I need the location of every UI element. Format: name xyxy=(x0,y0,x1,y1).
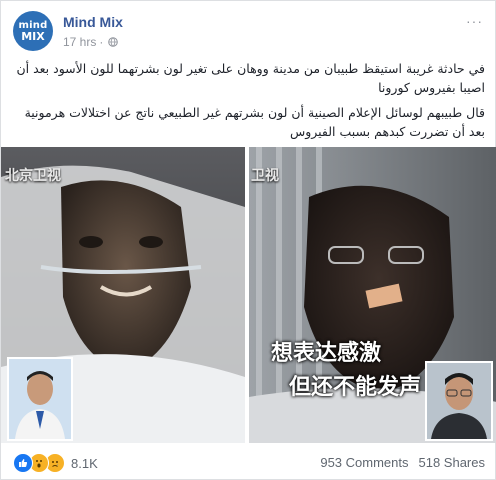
reaction-count[interactable]: 8.1K xyxy=(71,456,98,471)
post-card: mind MIX Mind Mix 17 hrs · ··· في حادثة … xyxy=(0,0,496,480)
doctor-inset-right xyxy=(425,361,493,441)
comments-count-link[interactable]: 953 Comments xyxy=(320,455,408,470)
post-header: mind MIX Mind Mix 17 hrs · ··· xyxy=(13,9,485,55)
post-time-link[interactable]: 17 hrs xyxy=(63,35,96,49)
post-meta: 17 hrs · xyxy=(63,35,119,49)
post-footer: 8.1K 953 Comments 518 Shares xyxy=(13,451,485,475)
engagement-stats: 953 Comments 518 Shares xyxy=(320,455,485,470)
page-avatar[interactable]: mind MIX xyxy=(13,11,53,51)
more-icon[interactable]: ··· xyxy=(466,13,483,29)
doctor-portrait-left xyxy=(9,359,71,439)
post-paragraph-2: قال طبيبهم لوسائل الإعلام الصينية أن لون… xyxy=(24,105,485,139)
globe-icon xyxy=(108,37,119,47)
like-icon xyxy=(13,453,33,473)
post-paragraph-1: في حادثة غريبة استيقظ طبيبان من مدينة وو… xyxy=(16,61,485,95)
doctor-portrait-right xyxy=(427,363,491,439)
shares-count-link[interactable]: 518 Shares xyxy=(419,455,486,470)
channel-watermark-left: 北京卫视 xyxy=(5,168,61,184)
subtitle-line-2: 但还不能发声 xyxy=(289,375,422,400)
page-name-link[interactable]: Mind Mix xyxy=(63,14,123,30)
avatar-text-top: mind xyxy=(18,19,48,31)
photo-left[interactable]: 北京卫视 xyxy=(1,147,245,443)
reaction-summary[interactable]: 8.1K xyxy=(13,453,98,473)
post-media[interactable]: 北京卫视 卫视 想表达感激 但还不能发声 xyxy=(1,147,496,443)
channel-watermark-right: 卫视 xyxy=(251,168,279,184)
meta-separator: · xyxy=(99,35,104,49)
photo-right[interactable]: 卫视 想表达感激 但还不能发声 xyxy=(249,147,496,443)
doctor-inset-left xyxy=(7,357,73,441)
avatar-text-bottom: MIX xyxy=(21,29,45,43)
post-text: في حادثة غريبة استيقظ طبيبان من مدينة وو… xyxy=(13,59,485,147)
subtitle-line-1: 想表达感激 xyxy=(271,341,382,366)
